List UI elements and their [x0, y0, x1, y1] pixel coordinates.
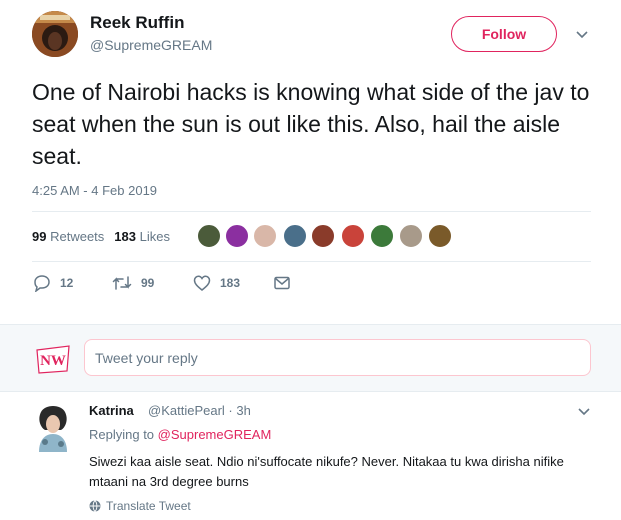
translate-tweet-link[interactable]: Translate Tweet	[89, 499, 191, 513]
retweets-stat[interactable]: 99 Retweets	[32, 229, 104, 244]
direct-message-action[interactable]	[273, 274, 291, 292]
reply-text: Siwezi kaa aisle seat. Ndio ni'suffocate…	[89, 454, 564, 489]
author-name[interactable]: Reek Ruffin	[90, 13, 184, 33]
reply-author-avatar[interactable]	[31, 402, 77, 452]
reply-count: 12	[60, 276, 74, 290]
liker-avatar[interactable]	[311, 224, 335, 248]
liker-avatar[interactable]	[283, 224, 307, 248]
retweet-count: 99	[141, 276, 155, 290]
tweet-text: One of Nairobi hacks is knowing what sid…	[32, 79, 590, 169]
reply-action[interactable]: 12	[33, 274, 73, 292]
liker-avatar[interactable]	[370, 224, 394, 248]
tweet-menu-chevron-icon[interactable]	[575, 28, 589, 42]
liker-avatar[interactable]	[428, 224, 452, 248]
heart-icon	[193, 275, 211, 291]
retweet-icon	[112, 276, 132, 290]
current-user-avatar[interactable]: NW	[36, 344, 70, 374]
reply-author-name[interactable]: Katrina	[89, 403, 134, 418]
main-tweet: Reek Ruffin @SupremeGREAM Follow One of …	[0, 0, 621, 324]
liker-avatar[interactable]	[253, 224, 277, 248]
liker-avatar[interactable]	[341, 224, 365, 248]
follow-button[interactable]: Follow	[451, 16, 557, 52]
retweet-action[interactable]: 99	[112, 274, 154, 292]
reply-age[interactable]: · 3h	[228, 403, 250, 418]
tweet-actions: 12 99 183	[0, 274, 621, 296]
liker-avatar[interactable]	[225, 224, 249, 248]
reply-tweet: Katrina @KattiePearl · 3h Replying to @S…	[0, 392, 621, 520]
envelope-icon	[274, 276, 290, 290]
liker-avatar[interactable]	[399, 224, 423, 248]
like-count: 183	[220, 276, 241, 290]
liker-avatar[interactable]	[197, 224, 221, 248]
reply-icon	[34, 275, 50, 292]
likes-stat[interactable]: 183 Likes	[114, 229, 170, 244]
tweet-timestamp[interactable]: 4:25 AM - 4 Feb 2019	[32, 183, 157, 198]
svg-text:NW: NW	[40, 353, 66, 369]
reply-menu-chevron-icon[interactable]	[577, 405, 591, 419]
tweet-stats: 99 Retweets 183 Likes	[32, 229, 170, 244]
reply-composer: NW	[0, 324, 621, 392]
reply-author-handle[interactable]: @KattiePearl	[148, 403, 225, 418]
replying-to: Replying to @SupremeGREAM	[89, 427, 272, 442]
divider-bottom-stats	[32, 261, 591, 262]
like-action[interactable]: 183	[193, 274, 240, 292]
reply-input[interactable]	[84, 339, 591, 376]
reply-meta: @KattiePearl · 3h	[148, 403, 251, 418]
globe-icon	[89, 500, 101, 512]
author-handle[interactable]: @SupremeGREAM	[90, 37, 212, 53]
replying-to-mention[interactable]: @SupremeGREAM	[158, 427, 272, 442]
divider-top-stats	[32, 211, 591, 212]
author-avatar[interactable]	[32, 11, 78, 57]
